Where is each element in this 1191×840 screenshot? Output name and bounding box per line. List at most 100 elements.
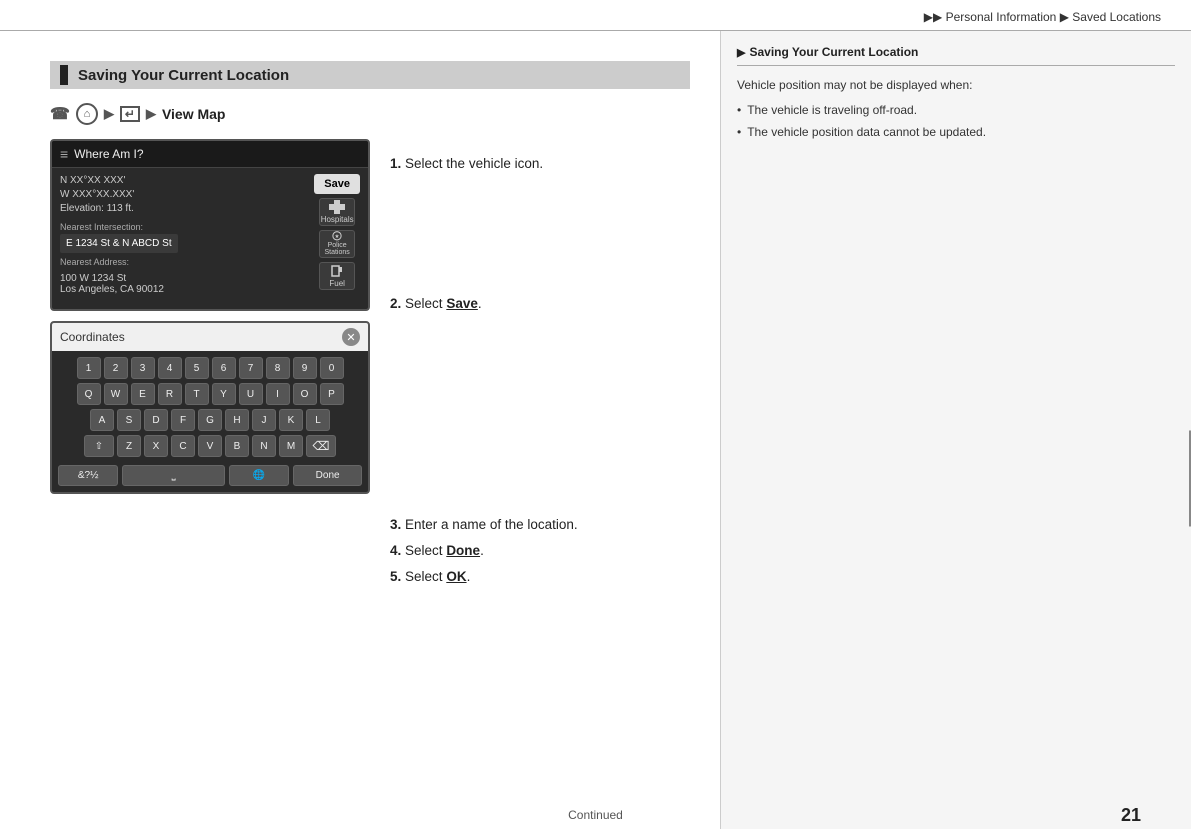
breadcrumb: ▶▶ Personal Information ▶ Saved Location… (924, 10, 1161, 24)
phone-icon: ☎ (50, 104, 70, 124)
key-globe[interactable]: 🌐 (229, 465, 289, 486)
step-4-num: 4. (390, 543, 401, 558)
nav-arrow2: ▶ (146, 106, 156, 122)
address-label: Nearest Address: (60, 257, 178, 267)
key-6[interactable]: 6 (212, 357, 236, 379)
step-1: 1. Select the vehicle icon. (390, 154, 690, 174)
right-heading-icon: ▶ (737, 46, 745, 59)
step-2-num: 2. (390, 296, 401, 311)
key-symbols[interactable]: &?½ (58, 465, 118, 486)
step-3: 3. Enter a name of the location. (390, 515, 690, 535)
police-label: Police Stations (320, 242, 354, 257)
key-r[interactable]: R (158, 383, 182, 405)
intersection-label: Nearest Intersection: (60, 222, 178, 232)
step-4-text: Select Done. (405, 543, 484, 558)
keyboard-input-row: Coordinates ✕ (52, 323, 368, 351)
section-heading-text: Saving Your Current Location (78, 67, 289, 84)
clear-button[interactable]: ✕ (342, 328, 360, 346)
key-0[interactable]: 0 (320, 357, 344, 379)
fuel-button[interactable]: Fuel (319, 262, 355, 290)
nav-label-text: View Map (162, 106, 226, 122)
key-1[interactable]: 1 (77, 357, 101, 379)
home-icon: ⌂ (76, 103, 98, 125)
key-7[interactable]: 7 (239, 357, 263, 379)
keyboard-input-text: Coordinates (60, 330, 125, 344)
content-layout: ≡ Where Am I? N XX°XX XXX' W XXX°XX.XXX'… (50, 139, 690, 593)
step-list: 1. Select the vehicle icon. 2. Select Sa… (390, 154, 690, 587)
nav-box-icon: ↵ (120, 106, 140, 122)
key-backspace[interactable]: ⌫ (306, 435, 336, 457)
bullet-1-text: The vehicle is traveling off-road. (747, 101, 917, 120)
step-5-bold: OK (446, 569, 466, 584)
key-2[interactable]: 2 (104, 357, 128, 379)
key-k[interactable]: K (279, 409, 303, 431)
key-z[interactable]: Z (117, 435, 141, 457)
step-4-bold: Done (446, 543, 480, 558)
key-shift[interactable]: ⇧ (84, 435, 114, 457)
location-coords: N XX°XX XXX' W XXX°XX.XXX' Elevation: 11… (60, 174, 178, 216)
key-q[interactable]: Q (77, 383, 101, 405)
intersection-value: E 1234 St & N ABCD St (60, 234, 178, 253)
left-column: Saving Your Current Location ☎ ⌂ ▶ ↵ ▶ V… (0, 31, 720, 829)
key-w[interactable]: W (104, 383, 128, 405)
step-3-text: Enter a name of the location. (405, 517, 578, 532)
key-s[interactable]: S (117, 409, 141, 431)
police-button[interactable]: ★ Police Stations (319, 230, 355, 258)
kb-row-numbers: 1 2 3 4 5 6 7 8 9 0 (58, 357, 362, 379)
key-4[interactable]: 4 (158, 357, 182, 379)
coord2: W XXX°XX.XXX' (60, 188, 178, 202)
key-8[interactable]: 8 (266, 357, 290, 379)
key-3[interactable]: 3 (131, 357, 155, 379)
key-m[interactable]: M (279, 435, 303, 457)
key-o[interactable]: O (293, 383, 317, 405)
kb-row-zxcv: ⇧ Z X C V B N M ⌫ (58, 435, 362, 457)
key-d[interactable]: D (144, 409, 168, 431)
footer: Continued 21 (0, 808, 1191, 822)
key-9[interactable]: 9 (293, 357, 317, 379)
breadcrumb-arrows: ▶▶ (924, 10, 942, 24)
hospitals-button[interactable]: Hospitals (319, 198, 355, 226)
right-column: ▶ Saving Your Current Location Vehicle p… (720, 31, 1191, 829)
right-heading-text: Saving Your Current Location (749, 45, 918, 59)
step-2: 2. Select Save. (390, 294, 690, 314)
key-e[interactable]: E (131, 383, 155, 405)
key-h[interactable]: H (225, 409, 249, 431)
footer-continued: Continued (0, 808, 1191, 822)
section-heading-bar (60, 65, 68, 85)
save-button[interactable]: Save (314, 174, 360, 194)
kb-row-qwerty: Q W E R T Y U I O P (58, 383, 362, 405)
key-u[interactable]: U (239, 383, 263, 405)
key-space[interactable]: ⎵ (122, 465, 225, 486)
nav-icons: ☎ ⌂ ▶ ↵ ▶ View Map (50, 103, 690, 125)
step-2-text: Select Save. (405, 296, 482, 311)
key-c[interactable]: C (171, 435, 195, 457)
top-bar: ▶▶ Personal Information ▶ Saved Location… (0, 0, 1191, 31)
steps-column: 1. Select the vehicle icon. 2. Select Sa… (390, 139, 690, 593)
key-done[interactable]: Done (293, 465, 362, 486)
step-3-num: 3. (390, 517, 401, 532)
keyboard-bottom-row: &?½ ⎵ 🌐 Done (52, 465, 368, 492)
bullet-1: The vehicle is traveling off-road. (737, 101, 1175, 120)
key-b[interactable]: B (225, 435, 249, 457)
address-value: 100 W 1234 St Los Angeles, CA 90012 (60, 269, 178, 299)
svg-text:★: ★ (335, 233, 340, 240)
key-t[interactable]: T (185, 383, 209, 405)
side-buttons: Save Hospitals ★ Police Stations (314, 174, 360, 290)
key-g[interactable]: G (198, 409, 222, 431)
key-a[interactable]: A (90, 409, 114, 431)
key-5[interactable]: 5 (185, 357, 209, 379)
key-x[interactable]: X (144, 435, 168, 457)
step-5-num: 5. (390, 569, 401, 584)
key-f[interactable]: F (171, 409, 195, 431)
address-line2: Los Angeles, CA 90012 (60, 284, 178, 295)
step-1-num: 1. (390, 156, 401, 171)
key-j[interactable]: J (252, 409, 276, 431)
section-heading: Saving Your Current Location (50, 61, 690, 89)
kb-row-asdf: A S D F G H J K L (58, 409, 362, 431)
key-v[interactable]: V (198, 435, 222, 457)
key-l[interactable]: L (306, 409, 330, 431)
key-n[interactable]: N (252, 435, 276, 457)
key-y[interactable]: Y (212, 383, 236, 405)
key-p[interactable]: P (320, 383, 344, 405)
key-i[interactable]: I (266, 383, 290, 405)
